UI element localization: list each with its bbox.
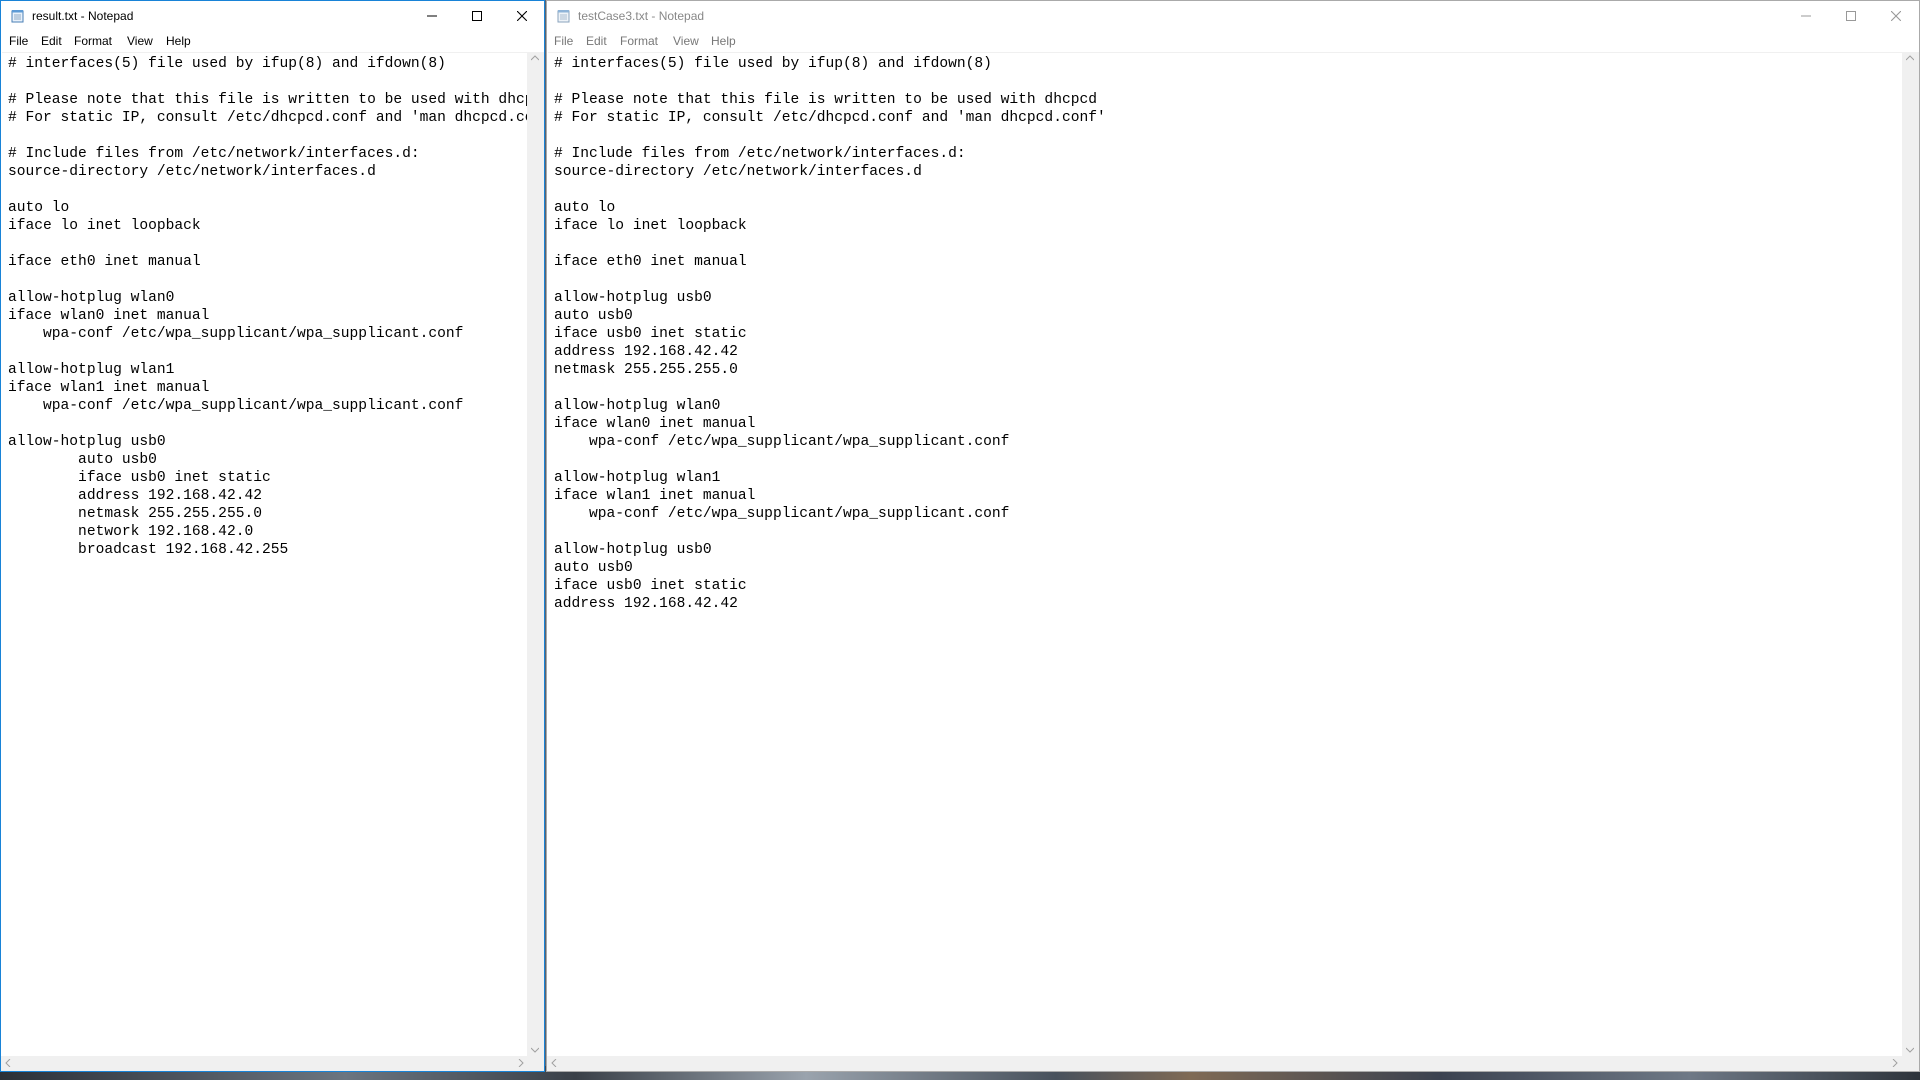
- minimize-button[interactable]: [409, 1, 454, 31]
- scroll-left-arrow-icon[interactable]: [551, 1059, 557, 1067]
- notepad-window-result[interactable]: result.txt - Notepad File Edit Format Vi…: [0, 0, 545, 1072]
- title-bar[interactable]: testCase3.txt - Notepad: [547, 1, 1919, 31]
- text-editor[interactable]: # interfaces(5) file used by ifup(8) and…: [2, 52, 528, 1056]
- window-title: testCase3.txt - Notepad: [578, 9, 705, 23]
- scroll-up-arrow-icon[interactable]: [1906, 55, 1914, 61]
- maximize-button[interactable]: [454, 1, 499, 31]
- menu-help[interactable]: Help: [166, 34, 191, 48]
- notepad-window-testcase3[interactable]: testCase3.txt - Notepad File Edit Format…: [546, 0, 1920, 1072]
- notepad-icon: [557, 10, 570, 23]
- scroll-down-arrow-icon[interactable]: [531, 1047, 539, 1053]
- horizontal-scrollbar[interactable]: [1, 1056, 528, 1071]
- scroll-up-arrow-icon[interactable]: [531, 55, 539, 61]
- maximize-icon: [471, 11, 482, 21]
- menu-view[interactable]: View: [127, 34, 153, 48]
- editor-content[interactable]: # interfaces(5) file used by ifup(8) and…: [2, 53, 528, 559]
- menu-file[interactable]: File: [554, 34, 573, 48]
- minimize-button[interactable]: [1783, 1, 1828, 31]
- size-grip[interactable]: [1902, 1056, 1919, 1071]
- minimize-icon: [426, 15, 437, 17]
- scroll-right-arrow-icon[interactable]: [1892, 1059, 1898, 1067]
- maximize-button[interactable]: [1828, 1, 1873, 31]
- close-button[interactable]: [1873, 1, 1918, 31]
- menu-format[interactable]: Format: [620, 34, 658, 48]
- menu-bar: File Edit Format View Help: [547, 31, 1919, 51]
- menu-view[interactable]: View: [673, 34, 699, 48]
- scroll-left-arrow-icon[interactable]: [5, 1059, 11, 1067]
- notepad-icon: [11, 10, 24, 23]
- scroll-down-arrow-icon[interactable]: [1906, 1047, 1914, 1053]
- minimize-icon: [1800, 15, 1811, 17]
- horizontal-scrollbar[interactable]: [547, 1056, 1902, 1071]
- menu-edit[interactable]: Edit: [41, 34, 62, 48]
- scroll-right-arrow-icon[interactable]: [518, 1059, 524, 1067]
- editor-content[interactable]: # interfaces(5) file used by ifup(8) and…: [548, 53, 1902, 613]
- close-button[interactable]: [499, 1, 544, 31]
- text-editor[interactable]: # interfaces(5) file used by ifup(8) and…: [548, 52, 1902, 1056]
- vertical-scrollbar[interactable]: [1902, 52, 1919, 1056]
- maximize-icon: [1845, 11, 1856, 21]
- close-icon: [516, 11, 527, 21]
- vertical-scrollbar[interactable]: [527, 52, 544, 1056]
- title-bar[interactable]: result.txt - Notepad: [1, 1, 544, 31]
- menu-bar: File Edit Format View Help: [1, 31, 544, 51]
- close-icon: [1890, 11, 1901, 21]
- window-title: result.txt - Notepad: [32, 9, 134, 23]
- menu-help[interactable]: Help: [711, 34, 736, 48]
- size-grip[interactable]: [527, 1056, 544, 1071]
- menu-edit[interactable]: Edit: [586, 34, 607, 48]
- menu-format[interactable]: Format: [74, 34, 112, 48]
- menu-file[interactable]: File: [9, 34, 28, 48]
